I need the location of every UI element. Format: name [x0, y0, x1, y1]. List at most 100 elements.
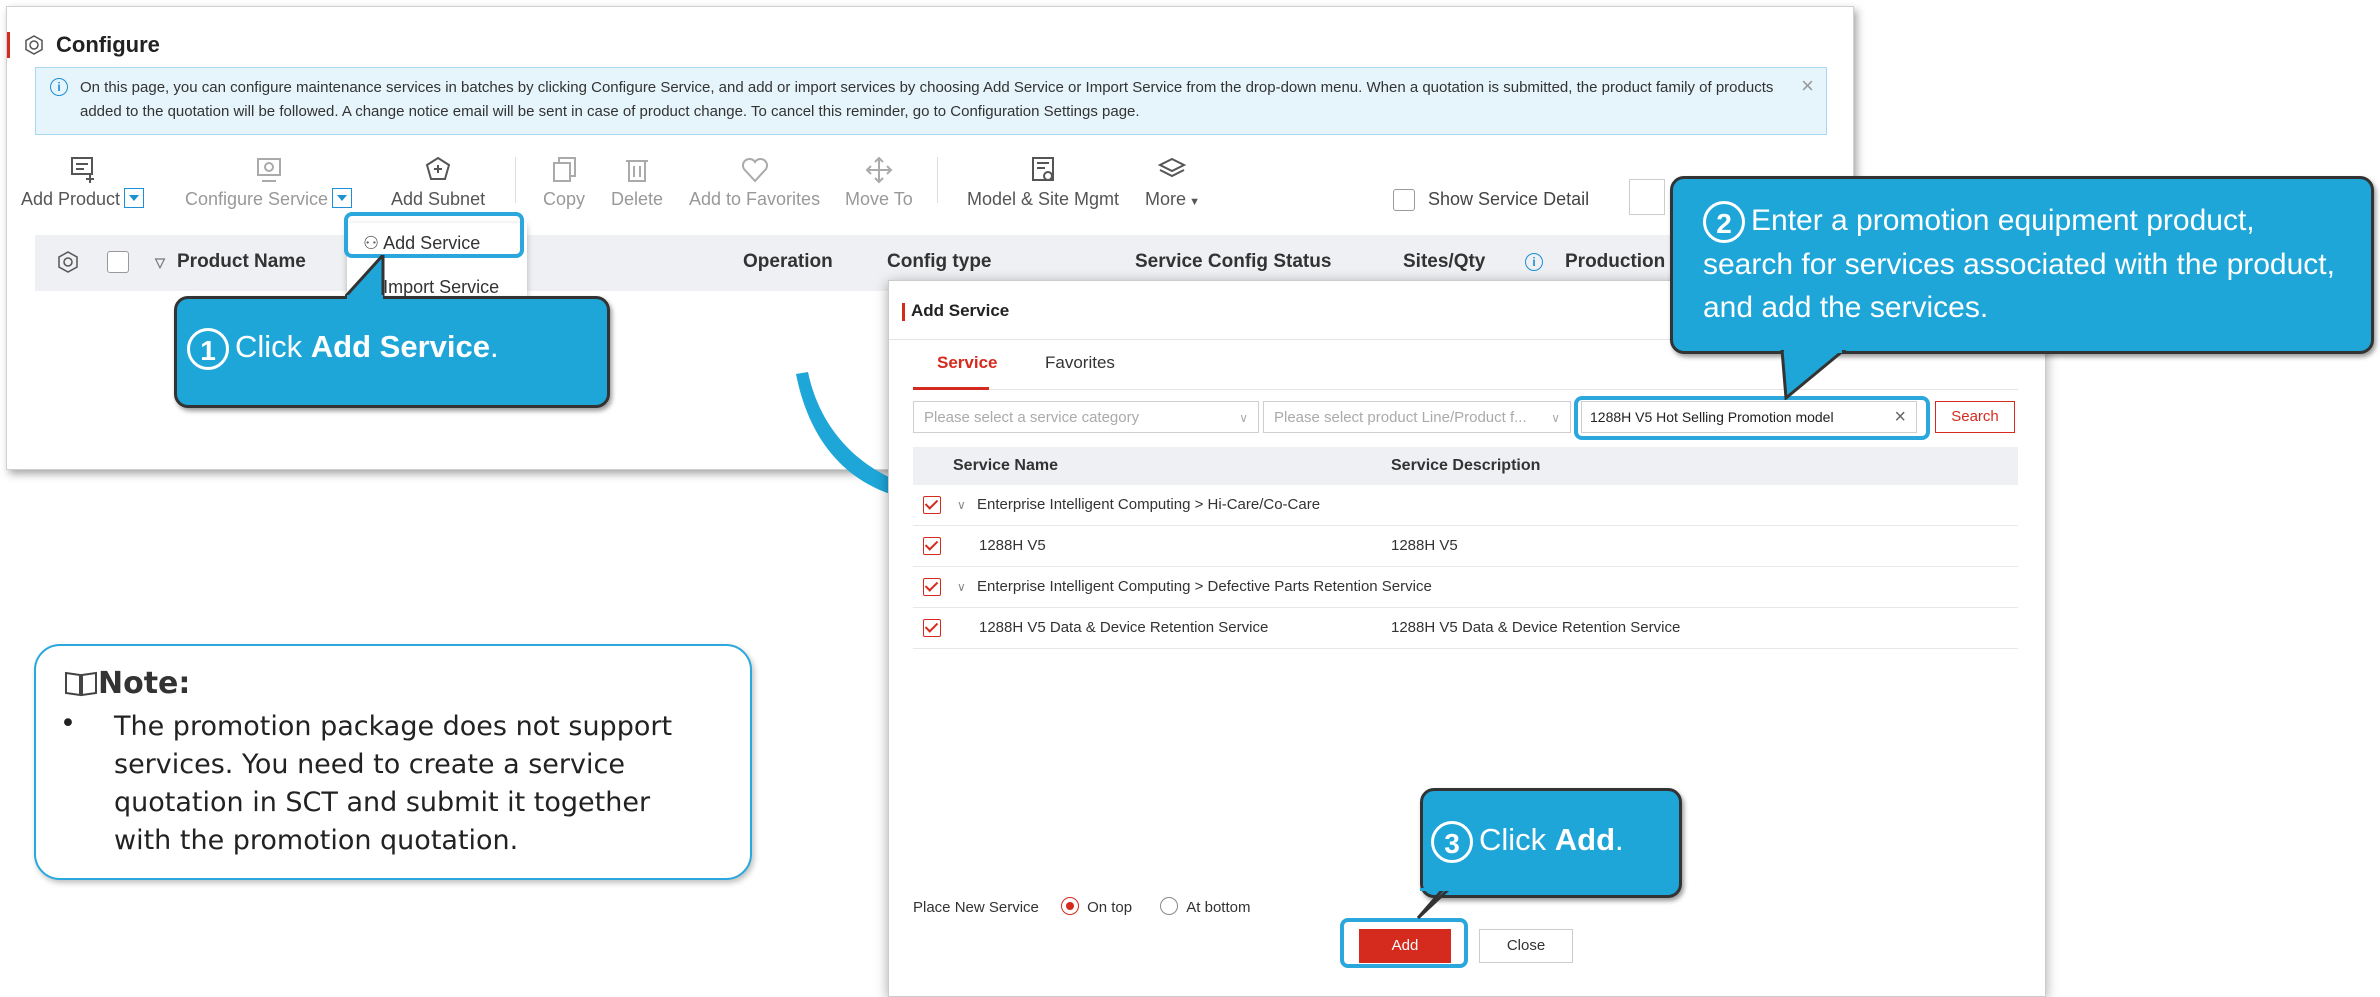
info-icon[interactable]: i	[1525, 253, 1543, 271]
on-top-label: On top	[1087, 899, 1133, 916]
collapse-chevron-icon[interactable]: ∨	[957, 580, 966, 594]
radio-selected-icon[interactable]	[1061, 897, 1080, 916]
copy-icon	[553, 157, 577, 182]
step-1-text: Click	[235, 329, 311, 365]
callout-step-1: 1 Click Add Service.	[174, 296, 610, 408]
note-title-text: Note:	[98, 666, 191, 701]
note-bullet-icon: •	[60, 708, 76, 739]
add-subnet-label: Add Subnet	[391, 189, 486, 209]
callout-1-pointer	[345, 255, 385, 300]
col-sites-qty: Sites/Qty	[1403, 251, 1486, 272]
add-product-button[interactable]: Add Product	[21, 155, 145, 210]
tab-favorites[interactable]: Favorites	[1045, 353, 1115, 373]
row-checkbox[interactable]	[923, 496, 941, 514]
product-line-select[interactable]: Please select product Line/Product f... …	[1263, 401, 1571, 433]
add-product-label: Add Product	[21, 189, 121, 209]
service-group-row[interactable]: ∨ Enterprise Intelligent Computing > Hi-…	[913, 485, 2018, 526]
select-all-checkbox[interactable]	[107, 251, 129, 273]
step-3-badge: 3	[1431, 821, 1473, 863]
callout-step-3: 3 Click Add.	[1420, 788, 1682, 898]
tab-service[interactable]: Service	[937, 353, 998, 373]
dialog-title: Add Service	[901, 301, 1010, 321]
tab-divider	[913, 389, 2018, 390]
service-category-select[interactable]: Please select a service category ∨	[913, 401, 1259, 433]
toolbar-divider	[937, 157, 938, 203]
service-name: 1288H V5	[979, 537, 1046, 554]
col-operation: Operation	[743, 251, 833, 272]
configure-service-icon	[256, 158, 281, 182]
add-to-favorites-label: Add to Favorites	[689, 189, 821, 209]
menu-item-import-service-label: Import Service	[383, 277, 500, 297]
service-group-row[interactable]: ∨ Enterprise Intelligent Computing > Def…	[913, 567, 2018, 608]
more-menu-button[interactable]: More ▼	[1145, 155, 1200, 210]
toolbar-divider	[515, 157, 516, 203]
service-row[interactable]: 1288H V5 Data & Device Retention Service…	[913, 608, 2018, 649]
show-service-detail-checkbox[interactable]	[1393, 189, 1415, 212]
callout-3-pointer	[1416, 888, 1453, 920]
add-service-highlight	[344, 212, 524, 258]
add-button-highlight	[1340, 918, 1468, 968]
add-to-favorites-button[interactable]: Add to Favorites	[689, 155, 820, 210]
info-banner: i On this page, you can configure mainte…	[35, 67, 1827, 135]
place-new-service-option: Place New Service On top At bottom	[913, 897, 1250, 917]
model-site-mgmt-label: Model & Site Mgmt	[967, 189, 1120, 209]
add-subnet-button[interactable]: Add Subnet	[391, 155, 485, 210]
service-description: 1288H V5 Data & Device Retention Service	[1391, 619, 1681, 636]
callout-2-pointer	[1780, 350, 1847, 400]
row-checkbox[interactable]	[923, 537, 941, 555]
delete-button[interactable]: Delete	[611, 155, 663, 210]
configure-service-dropdown-icon[interactable]	[332, 188, 353, 209]
export-icon[interactable]	[1629, 179, 1665, 215]
col-config-type: Config type	[887, 251, 992, 272]
move-to-button[interactable]: Move To	[845, 155, 913, 210]
service-row[interactable]: 1288H V5 1288H V5	[913, 526, 2018, 567]
trash-icon	[626, 160, 649, 182]
settings-gear-icon[interactable]	[57, 251, 79, 273]
active-tab-indicator	[913, 387, 989, 390]
radio-at-bottom[interactable]: At bottom	[1160, 897, 1250, 916]
show-service-detail-label: Show Service Detail	[1428, 189, 1590, 209]
row-checkbox[interactable]	[923, 578, 941, 596]
caret-down-icon: ▼	[1186, 196, 1200, 208]
service-group-name: Enterprise Intelligent Computing > Defec…	[977, 578, 1432, 595]
book-icon	[65, 671, 97, 697]
note-text: The promotion package does not support s…	[114, 711, 673, 856]
copy-label: Copy	[543, 189, 586, 209]
info-icon: i	[50, 78, 68, 96]
configure-service-label: Configure Service	[185, 189, 329, 209]
close-button[interactable]: Close	[1479, 929, 1573, 963]
move-icon	[865, 156, 893, 184]
collapse-chevron-icon[interactable]: ▽	[155, 255, 165, 271]
page-title-text: Configure	[56, 32, 160, 57]
info-text: On this page, you can configure maintena…	[80, 79, 1774, 120]
chevron-down-icon: ∨	[1239, 411, 1248, 425]
close-icon[interactable]: ×	[1801, 74, 1814, 98]
radio-on-top[interactable]: On top	[1061, 897, 1133, 916]
step-1-badge: 1	[187, 328, 229, 370]
callout-step-2: 2 Enter a promotion equipment product, se…	[1670, 176, 2374, 354]
step-1-period: .	[489, 329, 499, 365]
model-site-mgmt-button[interactable]: Model & Site Mgmt	[967, 155, 1119, 210]
collapse-chevron-icon[interactable]: ∨	[957, 498, 966, 512]
configure-icon	[25, 35, 43, 55]
title-accent-bar	[7, 32, 10, 58]
show-service-detail-toggle[interactable]: Show Service Detail	[1393, 189, 1590, 212]
more-label: More	[1145, 189, 1187, 209]
move-to-label: Move To	[845, 189, 913, 209]
col-service-config-status: Service Config Status	[1135, 251, 1332, 272]
configure-service-button[interactable]: Configure Service	[185, 155, 353, 210]
col-production-line: Production L	[1565, 251, 1683, 272]
search-button[interactable]: Search	[1935, 401, 2015, 433]
heart-icon	[741, 157, 768, 183]
service-category-placeholder: Please select a service category	[924, 409, 1140, 426]
service-group-name: Enterprise Intelligent Computing > Hi-Ca…	[977, 496, 1321, 513]
col-service-description: Service Description	[1391, 457, 1541, 474]
step-2-text: Enter a promotion equipment product, sea…	[1703, 204, 2335, 325]
col-product-name: Product Name	[177, 251, 306, 272]
radio-unselected-icon[interactable]	[1160, 897, 1179, 916]
copy-button[interactable]: Copy	[543, 155, 585, 210]
layers-icon	[1158, 157, 1187, 178]
row-checkbox[interactable]	[923, 619, 941, 637]
add-product-dropdown-icon[interactable]	[124, 188, 145, 209]
place-new-service-label: Place New Service	[913, 899, 1039, 916]
